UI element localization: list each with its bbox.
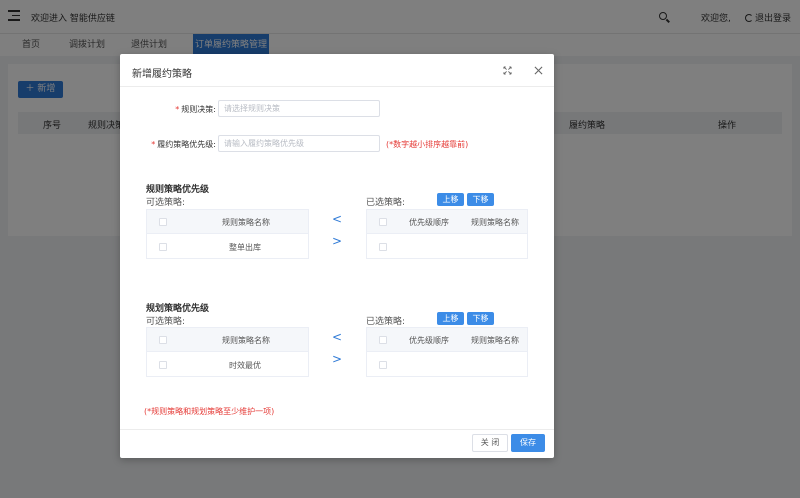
rule-decision-label-text: 规则决策: (181, 105, 216, 114)
rule-selected-header-name: 规则策略名称 (471, 218, 519, 227)
rule-available-header: 规则策略名称 (147, 210, 308, 234)
rule-available-select-all[interactable] (159, 218, 167, 226)
plan-selected-header: 优先级顺序 规则策略名称 (367, 328, 527, 352)
rule-decision-select[interactable] (218, 100, 380, 117)
modal-header: 新增履约策略 (120, 54, 554, 87)
rule-available-box: 规则策略名称 整单出库 (146, 209, 309, 259)
rule-selected-label: 已选策略: (366, 198, 406, 208)
rule-available-row-name: 整单出库 (229, 243, 261, 252)
plan-selected-row-checkbox[interactable] (379, 361, 387, 369)
plan-available-row-checkbox[interactable] (159, 361, 167, 369)
close-button[interactable]: 关 闭 (472, 434, 508, 452)
rule-selected-header: 优先级顺序 规则策略名称 (367, 210, 527, 234)
priority-hint: (*数字越小排序越靠前) (386, 140, 469, 149)
rule-move-left-arrow[interactable]: < (332, 212, 342, 226)
plan-available-box: 规则策略名称 时效最优 (146, 327, 309, 377)
rule-available-row-checkbox[interactable] (159, 243, 167, 251)
fullscreen-icon[interactable] (503, 66, 512, 75)
rule-move-down-button[interactable]: 下移 (467, 193, 494, 206)
rule-selected-select-all[interactable] (379, 218, 387, 226)
rule-available-header-name: 规则策略名称 (222, 218, 270, 227)
plan-move-up-button[interactable]: 上移 (437, 312, 464, 325)
close-icon[interactable] (534, 66, 543, 75)
plan-selected-header-order: 优先级顺序 (409, 336, 449, 345)
rule-move-right-arrow[interactable]: > (332, 234, 342, 248)
modal-title: 新增履约策略 (132, 69, 192, 80)
plan-move-left-arrow[interactable]: < (332, 330, 342, 344)
rule-decision-label: * 规则决策: (175, 105, 216, 114)
rule-selected-header-order: 优先级顺序 (409, 218, 449, 227)
rule-section-title: 规则策略优先级 (146, 185, 210, 195)
rule-selected-row-checkbox[interactable] (379, 243, 387, 251)
plan-selected-label: 已选策略: (366, 317, 406, 327)
plan-available-label: 可选策略: (146, 317, 186, 327)
rule-selected-box: 优先级顺序 规则策略名称 (366, 209, 528, 259)
add-strategy-modal: 新增履约策略 *规则决策: *履约策略优先级: (*数字越小排序越靠前) 规则策… (120, 54, 554, 458)
plan-selected-header-name: 规则策略名称 (471, 336, 519, 345)
plan-section-title: 规划策略优先级 (146, 304, 210, 314)
plan-available-header-name: 规则策略名称 (222, 336, 270, 345)
plan-available-select-all[interactable] (159, 336, 167, 344)
rule-available-label: 可选策略: (146, 198, 186, 208)
priority-label-text: 履约策略优先级: (157, 140, 216, 149)
save-button[interactable]: 保存 (511, 434, 545, 452)
plan-move-right-arrow[interactable]: > (332, 352, 342, 366)
plan-selected-select-all[interactable] (379, 336, 387, 344)
plan-move-down-button[interactable]: 下移 (467, 312, 494, 325)
rule-move-up-button[interactable]: 上移 (437, 193, 464, 206)
priority-label: * 履约策略优先级: (151, 140, 216, 149)
priority-input[interactable] (218, 135, 380, 152)
plan-available-header: 规则策略名称 (147, 328, 308, 352)
plan-available-row-name: 时效最优 (229, 361, 261, 370)
plan-selected-box: 优先级顺序 规则策略名称 (366, 327, 528, 377)
strategy-requirement-hint: (*规则策略和规划策略至少维护一项) (144, 407, 275, 416)
modal-footer-divider (120, 429, 554, 430)
